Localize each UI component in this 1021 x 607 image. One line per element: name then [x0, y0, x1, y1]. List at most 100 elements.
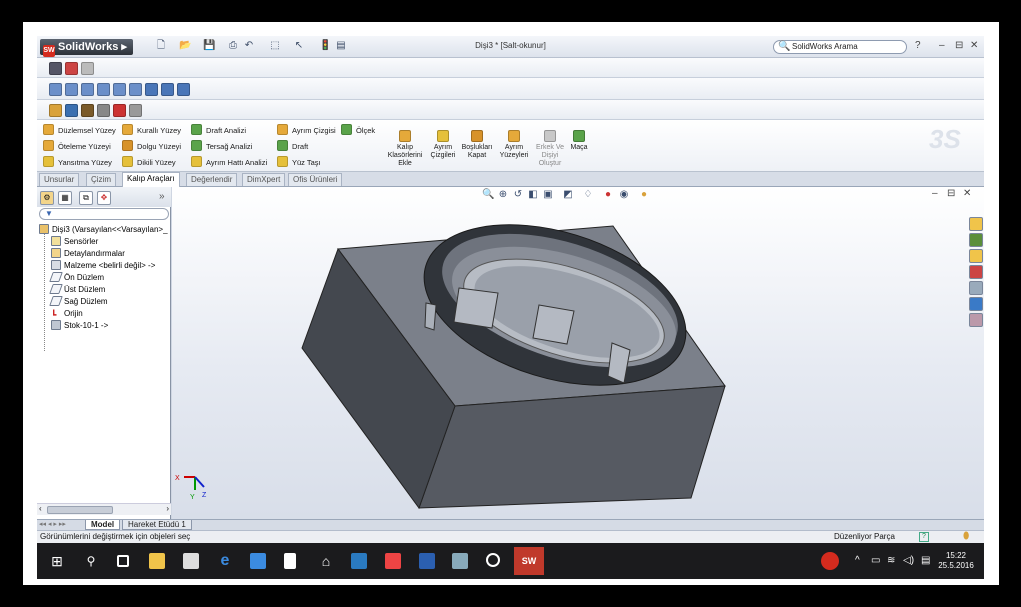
help-icon[interactable]: ?	[919, 532, 929, 542]
draft-analysis-button[interactable]: Draft Analizi	[191, 124, 246, 138]
search-results-icon[interactable]	[969, 265, 983, 279]
scroll-left-icon[interactable]: ‹	[39, 504, 42, 513]
tree-item-origin[interactable]: ┗ Orijin	[51, 308, 185, 320]
repair-icon[interactable]	[113, 104, 126, 117]
tree-item-right-plane[interactable]: Sağ Düzlem	[49, 296, 185, 308]
tab-features[interactable]: Unsurlar	[39, 173, 80, 186]
paint-icon[interactable]	[452, 553, 468, 569]
task-view-icon[interactable]	[117, 555, 129, 567]
smart-dimension-icon[interactable]	[81, 104, 94, 117]
move-face-button[interactable]: Yüz Taşı	[277, 156, 321, 170]
action-center-icon[interactable]: ▤	[921, 555, 930, 566]
view-right-icon[interactable]	[97, 83, 110, 96]
camera-icon[interactable]	[49, 62, 62, 75]
scale-button[interactable]: Ölçek	[341, 124, 375, 138]
insert-mold-folders-button[interactable]: Kalıp Klasörlerini Ekle	[385, 130, 425, 168]
parting-line-analysis-button[interactable]: Ayrım Hattı Analizi	[191, 156, 267, 170]
undercut-analysis-button[interactable]: Tersağ Analizi	[191, 140, 252, 154]
wifi-icon[interactable]: ≋	[887, 555, 895, 566]
custom-properties-icon[interactable]	[969, 313, 983, 327]
quick-snaps-icon[interactable]	[129, 104, 142, 117]
rebuild-status-icon[interactable]: ⬮	[963, 531, 969, 543]
view-front-icon[interactable]	[49, 83, 62, 96]
file-explorer-icon[interactable]	[149, 553, 165, 569]
scroll-thumb[interactable]	[47, 506, 113, 514]
parting-surfaces-button[interactable]: Ayrım Yüzeyleri	[494, 130, 534, 160]
view-back-icon[interactable]	[65, 83, 78, 96]
draft-button[interactable]: Draft	[277, 140, 308, 154]
search-input[interactable]: 🔍 SolidWorks Arama	[773, 40, 907, 54]
edge-browser-icon[interactable]: e	[217, 553, 233, 569]
tab-mold-tools[interactable]: Kalıp Araçları	[122, 172, 180, 187]
tree-item-material[interactable]: Malzeme <belirli değil> ->	[51, 260, 185, 272]
notification-app-icon[interactable]	[821, 552, 839, 570]
wrench-icon[interactable]	[65, 104, 78, 117]
ruled-surface-button[interactable]: Kurallı Yüzey	[122, 124, 181, 138]
view-normal-icon[interactable]	[177, 83, 190, 96]
feature-filter-input[interactable]: ▼	[39, 208, 169, 220]
parting-line-button[interactable]: Ayrım Çizgisi	[277, 124, 336, 138]
remote-app-icon[interactable]	[351, 553, 367, 569]
tab-model[interactable]: Model	[85, 520, 121, 530]
tree-item-sensors[interactable]: Sensörler	[51, 236, 185, 248]
tray-chevron-icon[interactable]: ^	[855, 555, 860, 566]
remote-desktop-icon[interactable]	[250, 553, 266, 569]
restore-button[interactable]: ⊟	[955, 40, 963, 51]
design-library-icon[interactable]	[969, 233, 983, 247]
notepad-icon[interactable]	[284, 553, 296, 569]
tab-office-products[interactable]: Ofis Ürünleri	[288, 173, 343, 186]
property-manager-tab-icon[interactable]: ▦	[58, 191, 72, 205]
scroll-right-icon[interactable]: ›	[166, 504, 169, 513]
solidworks-taskbar-icon[interactable]: SW	[514, 547, 544, 575]
media-player-icon[interactable]	[486, 553, 500, 567]
view-top-icon[interactable]	[113, 83, 126, 96]
solidworks-resources-icon[interactable]	[969, 217, 983, 231]
offset-surface-button[interactable]: Öteleme Yüzeyi	[43, 140, 111, 154]
tab-nav-arrows-icon[interactable]: ◂◂ ◂ ▸ ▸▸	[39, 520, 66, 528]
tab-motion-study[interactable]: Hareket Etüdü 1	[122, 520, 192, 530]
dimxpert-manager-tab-icon[interactable]: ✥	[97, 191, 111, 205]
tree-item-front-plane[interactable]: Ön Düzlem	[49, 272, 185, 284]
volume-icon[interactable]: ◁)	[903, 555, 914, 566]
fill-surface-button[interactable]: Dolgu Yüzeyi	[122, 140, 181, 154]
view-left-icon[interactable]	[81, 83, 94, 96]
yandex-icon[interactable]	[385, 553, 401, 569]
help-button[interactable]: ?	[915, 40, 921, 51]
start-icon[interactable]: ⊞	[49, 553, 65, 569]
minimize-button[interactable]: –	[939, 40, 945, 51]
relations-icon[interactable]	[97, 104, 110, 117]
sketch-icon[interactable]	[49, 104, 62, 117]
close-button[interactable]: ✕	[970, 40, 978, 51]
battery-icon[interactable]: ▭	[871, 555, 880, 566]
store-icon[interactable]	[183, 553, 199, 569]
system-clock[interactable]: 15:22 25.5.2016	[933, 551, 979, 571]
tools-icon[interactable]	[65, 62, 78, 75]
tab-evaluate[interactable]: Değerlendir	[186, 173, 238, 186]
file-explorer-icon[interactable]	[969, 249, 983, 263]
part-model[interactable]: X Y Z	[172, 187, 984, 519]
core-button[interactable]: Maça	[559, 130, 599, 152]
knit-surface-button[interactable]: Dikili Yüzey	[122, 156, 176, 170]
tree-item-stock[interactable]: Stok-10-1 ->	[51, 320, 185, 332]
tree-item-annotations[interactable]: Detaylandırmalar	[51, 248, 185, 260]
view-isometric-icon[interactable]	[145, 83, 158, 96]
search-icon[interactable]: ⚲	[83, 553, 99, 569]
view-trimetric-icon[interactable]	[161, 83, 174, 96]
horizontal-scrollbar[interactable]: ‹ ›	[37, 503, 171, 515]
planar-surface-button[interactable]: Düzlemsel Yüzey	[43, 124, 116, 138]
tab-dimxpert[interactable]: DimXpert	[242, 173, 286, 186]
view-bottom-icon[interactable]	[129, 83, 142, 96]
tree-item-top-plane[interactable]: Üst Düzlem	[49, 284, 185, 296]
appearances-icon[interactable]	[969, 297, 983, 311]
feature-manager-tab-icon[interactable]: ⚙	[40, 191, 54, 205]
tab-sketch[interactable]: Çizim	[86, 173, 116, 186]
view-palette-icon[interactable]	[969, 281, 983, 295]
graphics-area[interactable]: 🔍 ⊕ ↺ ◧ ▣ ◩ ♢ ● ◉ ● – ⊟ ✕ X Y Z	[172, 187, 984, 519]
tree-root-part[interactable]: Dişi3 (Varsayılan<<Varsayılan>_	[39, 224, 173, 236]
shut-off-surfaces-button[interactable]: Boşlukları Kapat	[457, 130, 497, 160]
expand-panel-icon[interactable]: »	[159, 191, 165, 202]
mirror-surface-button[interactable]: Yansıtma Yüzey	[43, 156, 112, 170]
word-icon[interactable]	[419, 553, 435, 569]
configuration-manager-tab-icon[interactable]: ⧉	[79, 191, 93, 205]
home-icon[interactable]: ⌂	[318, 553, 334, 569]
